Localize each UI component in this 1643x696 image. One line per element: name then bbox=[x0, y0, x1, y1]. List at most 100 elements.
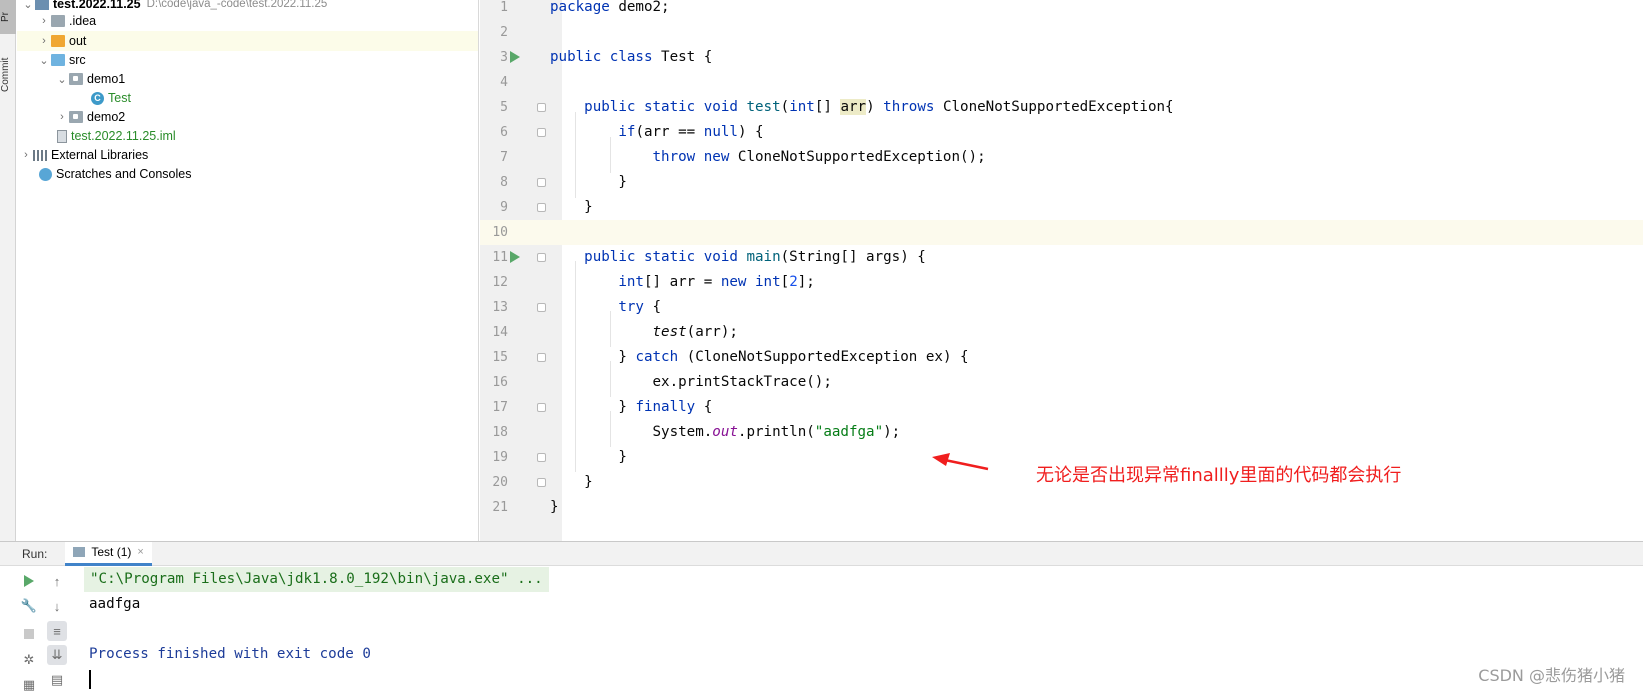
fold-marker-icon[interactable] bbox=[537, 103, 546, 112]
fold-marker-icon[interactable] bbox=[537, 128, 546, 137]
fold-marker-icon[interactable] bbox=[537, 353, 546, 362]
console-output[interactable]: "C:\Program Files\Java\jdk1.8.0_192\bin\… bbox=[84, 567, 1643, 696]
code-line: 5 public static void test(int[] arr) thr… bbox=[480, 95, 1643, 120]
print-icon[interactable]: ▤ bbox=[47, 670, 67, 690]
line-number: 12 bbox=[492, 275, 508, 290]
commit-tool-tab[interactable]: Commit bbox=[0, 44, 16, 106]
close-icon[interactable]: × bbox=[137, 546, 143, 558]
wrench-icon[interactable]: 🔧 bbox=[19, 596, 39, 616]
run-tab-test[interactable]: Test (1) × bbox=[65, 541, 152, 566]
chevron-right-icon[interactable]: › bbox=[37, 15, 51, 27]
scroll-to-end-icon[interactable]: ⇊ bbox=[47, 645, 67, 665]
debug-icon[interactable]: ✲ bbox=[19, 650, 39, 670]
code-text: package demo2; bbox=[550, 0, 670, 15]
tree-item-label: src bbox=[69, 53, 86, 67]
code-line: 12 int[] arr = new int[2]; bbox=[480, 270, 1643, 295]
project-tool-tab[interactable]: Pr bbox=[0, 0, 16, 34]
run-tool-window: Run: Test (1) × ↑ 🔧 ↓ ≡ ✲ ⇊ ▤ ▦ "C:\Prog… bbox=[0, 541, 1643, 696]
run-gutter-icon[interactable] bbox=[510, 251, 524, 264]
line-number: 16 bbox=[492, 375, 508, 390]
chevron-down-icon[interactable]: ⌄ bbox=[21, 0, 35, 11]
line-number: 4 bbox=[500, 75, 508, 90]
tree-item-label: demo1 bbox=[87, 72, 126, 86]
tree-item-src[interactable]: ⌄ src bbox=[17, 50, 478, 70]
console-command-line: "C:\Program Files\Java\jdk1.8.0_192\bin\… bbox=[84, 567, 549, 592]
chevron-right-icon[interactable]: › bbox=[19, 149, 33, 161]
fold-marker-icon[interactable] bbox=[537, 203, 546, 212]
code-line-current: 10 bbox=[480, 220, 1643, 245]
fold-marker-icon[interactable] bbox=[537, 453, 546, 462]
tree-item-label: demo2 bbox=[87, 110, 126, 124]
tree-item-label: test.2022.11.25.iml bbox=[71, 129, 176, 143]
code-text: if(arr == null) { bbox=[618, 124, 764, 140]
line-number: 21 bbox=[492, 500, 508, 515]
chevron-right-icon[interactable]: › bbox=[37, 35, 51, 47]
line-number: 18 bbox=[492, 425, 508, 440]
chevron-down-icon[interactable]: ⌄ bbox=[37, 54, 51, 67]
java-class-icon: C bbox=[91, 91, 104, 105]
layout-icon[interactable]: ▦ bbox=[19, 675, 39, 695]
tree-item-test-class[interactable]: C Test bbox=[17, 88, 478, 108]
tree-item-label: out bbox=[69, 34, 87, 48]
tree-item-scratches[interactable]: Scratches and Consoles bbox=[17, 164, 478, 184]
source-folder-icon bbox=[51, 54, 65, 66]
chevron-down-icon[interactable]: ⌄ bbox=[55, 73, 69, 86]
code-line: 18 System.out.println("aadfga"); bbox=[480, 420, 1643, 445]
line-number: 11 bbox=[492, 250, 508, 265]
tree-item-external-libraries[interactable]: › External Libraries bbox=[17, 145, 478, 165]
code-line: 9 } bbox=[480, 195, 1643, 220]
code-line: 3 public class Test { bbox=[480, 45, 1643, 70]
fold-marker-icon[interactable] bbox=[537, 303, 546, 312]
line-number: 2 bbox=[500, 25, 508, 40]
code-line: 6 if(arr == null) { bbox=[480, 120, 1643, 145]
fold-marker-icon[interactable] bbox=[537, 403, 546, 412]
tool-window-strip: Pr Commit bbox=[0, 0, 16, 541]
code-text: } finally { bbox=[618, 399, 713, 415]
run-tab-label: Test (1) bbox=[91, 545, 132, 559]
tree-item-label: .idea bbox=[69, 14, 97, 28]
soft-wrap-icon[interactable]: ≡ bbox=[47, 621, 67, 641]
line-number: 10 bbox=[492, 225, 508, 240]
tree-item-label: Test bbox=[108, 91, 131, 105]
line-number: 14 bbox=[492, 325, 508, 340]
line-number: 17 bbox=[492, 400, 508, 415]
code-line: 15 } catch (CloneNotSupportedException e… bbox=[480, 345, 1643, 370]
code-text: public static void test(int[] arr) throw… bbox=[584, 99, 1174, 115]
code-line: 4 bbox=[480, 70, 1643, 95]
code-line: 8 } bbox=[480, 170, 1643, 195]
chevron-right-icon[interactable]: › bbox=[55, 111, 69, 123]
fold-marker-icon[interactable] bbox=[537, 178, 546, 187]
annotation-text: 无论是否出现异常finallly里面的代码都会执行 bbox=[1036, 465, 1402, 486]
tree-item-idea[interactable]: › .idea bbox=[17, 11, 478, 31]
line-number: 13 bbox=[492, 300, 508, 315]
arrow-down-icon[interactable]: ↓ bbox=[47, 596, 67, 616]
rerun-button[interactable] bbox=[19, 571, 39, 591]
line-number: 6 bbox=[500, 125, 508, 140]
output-folder-icon bbox=[51, 35, 65, 47]
code-text: } bbox=[550, 499, 559, 515]
fold-marker-icon[interactable] bbox=[537, 253, 546, 262]
code-line: 14 test(arr); bbox=[480, 320, 1643, 345]
line-number: 20 bbox=[492, 475, 508, 490]
annotation-arrow-icon bbox=[932, 453, 989, 471]
code-line: 17 } finally { bbox=[480, 395, 1643, 420]
scratches-icon bbox=[39, 167, 52, 181]
tree-item-label: External Libraries bbox=[51, 148, 149, 162]
code-text: ex.printStackTrace(); bbox=[652, 374, 832, 390]
code-editor[interactable]: 1 package demo2; 2 3 public class Test {… bbox=[480, 0, 1643, 541]
code-text: public static void main(String[] args) { bbox=[584, 249, 926, 265]
tree-item-iml[interactable]: test.2022.11.25.iml bbox=[17, 126, 478, 146]
tree-item-demo2[interactable]: › demo2 bbox=[17, 107, 478, 127]
run-config-icon bbox=[73, 547, 86, 557]
fold-marker-icon[interactable] bbox=[537, 478, 546, 487]
code-text: public class Test { bbox=[550, 49, 713, 65]
run-gutter-icon[interactable] bbox=[510, 51, 524, 64]
package-icon bbox=[69, 73, 83, 85]
tree-item-demo1[interactable]: ⌄ demo1 bbox=[17, 69, 478, 89]
line-number: 5 bbox=[500, 100, 508, 115]
root-project-path: D:\code\java_-code\test.2022.11.25 bbox=[146, 0, 328, 10]
code-text: int[] arr = new int[2]; bbox=[618, 274, 815, 290]
arrow-up-icon[interactable]: ↑ bbox=[47, 571, 67, 591]
stop-button[interactable] bbox=[19, 624, 39, 644]
tree-item-out[interactable]: › out bbox=[17, 31, 478, 51]
